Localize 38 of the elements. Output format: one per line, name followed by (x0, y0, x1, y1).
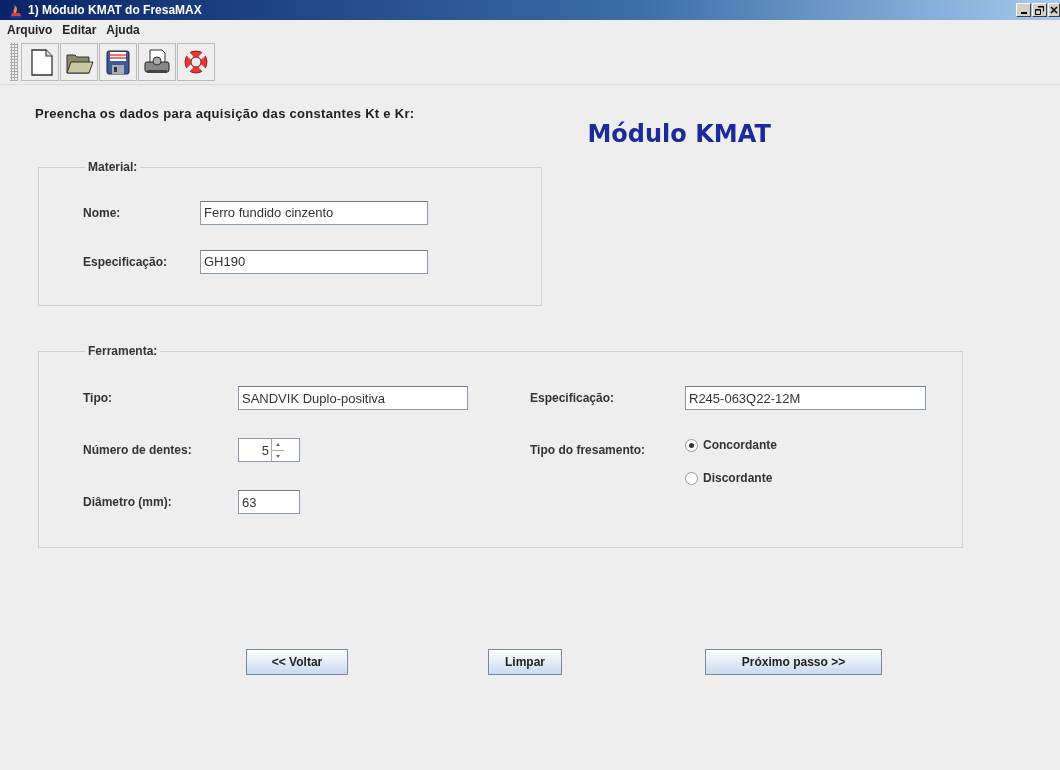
field-label: Especificação: (83, 254, 169, 269)
field-label: Diâmetro (mm): (83, 495, 173, 509)
toolbar-button[interactable] (177, 43, 215, 81)
toolbar-button[interactable] (99, 43, 137, 81)
text-field[interactable]: 63 (238, 490, 300, 514)
app-icon (8, 2, 24, 18)
menu-item[interactable]: Arquivo (2, 23, 58, 37)
group-title: Material: (87, 160, 139, 174)
radio-button[interactable]: Concordante (685, 438, 962, 452)
action-button[interactable]: << Voltar (246, 649, 348, 675)
field-label: Nome: (83, 205, 122, 220)
toolbar-grip[interactable] (10, 43, 18, 81)
text-field[interactable]: SANDVIK Duplo-positiva (238, 386, 468, 410)
field-label: Especificação: (530, 391, 616, 405)
group-title: Ferramenta: (87, 344, 159, 358)
text-field[interactable]: R245-063Q22-12M (685, 386, 926, 410)
window-title: 1) Módulo KMAT do FresaMAX (28, 3, 202, 17)
minimize-button[interactable] (1016, 3, 1031, 17)
instruction-text: Preencha os dados para aquisição das constantes Kt e Kr: (35, 106, 415, 123)
restore-button[interactable] (1032, 3, 1047, 17)
toolbar-button[interactable] (138, 43, 176, 81)
number-spinner[interactable]: 5 (238, 438, 300, 462)
action-button[interactable]: Próximo passo >> (705, 649, 882, 675)
text-field[interactable]: Ferro fundido cinzento (200, 200, 428, 225)
toolbar-button[interactable] (60, 43, 98, 81)
close-button[interactable] (1048, 3, 1060, 17)
close-icon (1050, 6, 1058, 14)
radio-button[interactable]: Discordante (685, 471, 962, 485)
field-label: Número de dentes: (83, 443, 193, 457)
menu-item[interactable]: Editar (57, 23, 102, 37)
text-field[interactable]: GH190 (200, 249, 428, 274)
toolbar-button[interactable] (21, 43, 59, 81)
menu-item[interactable]: Ajuda (101, 23, 145, 37)
action-button[interactable]: Limpar (488, 649, 562, 675)
restore-icon (1035, 5, 1044, 15)
field-label: Tipo: (83, 391, 114, 405)
field-label: Tipo do fresamento: (530, 443, 647, 457)
module-heading: Módulo KMAT (587, 120, 771, 150)
